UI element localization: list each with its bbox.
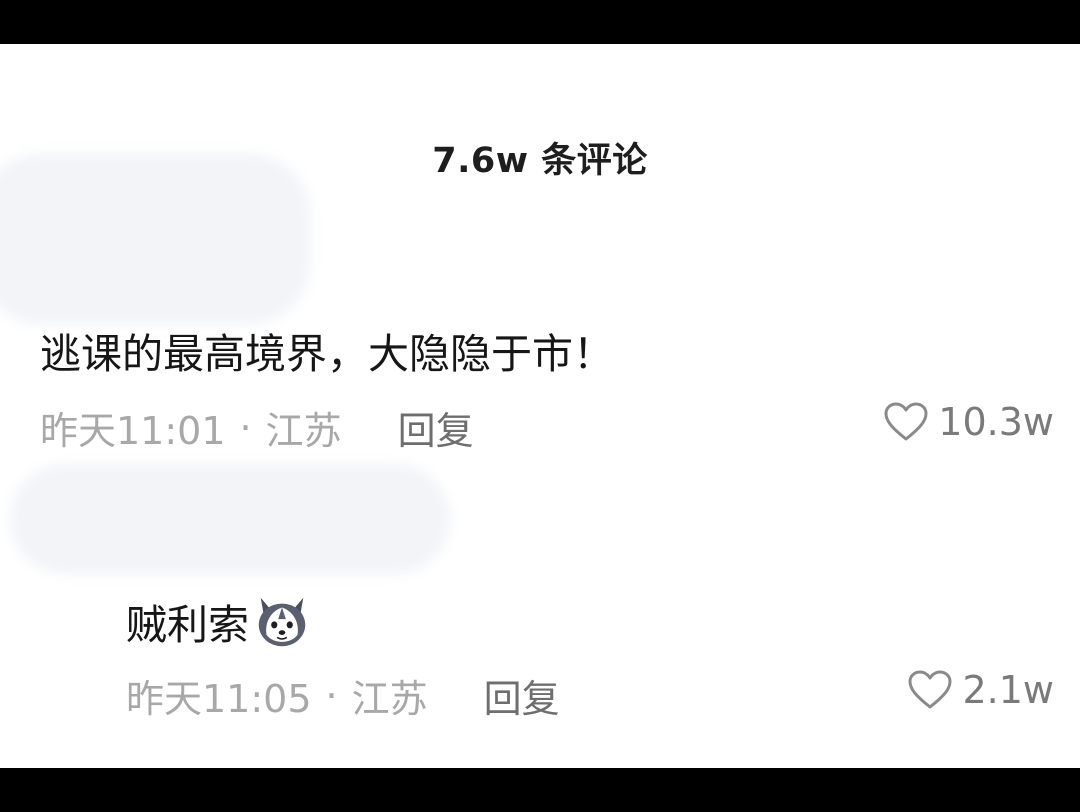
comment-meta: 昨天11:01 · 江苏 回复 <box>40 400 474 455</box>
comment-time: 昨天11:05 <box>126 677 312 721</box>
like-button[interactable]: 10.3w <box>884 400 1054 444</box>
bottom-letterbox-bar <box>0 768 1080 812</box>
comments-panel: 7.6w 条评论 逃课的最高境界，大隐隐于市！ 昨天11:01 · 江苏 回复 … <box>0 44 1080 768</box>
heart-icon <box>884 402 928 441</box>
like-button[interactable]: 2.1w <box>908 668 1054 712</box>
like-count: 2.1w <box>962 668 1054 712</box>
meta-separator: · <box>239 405 252 450</box>
blurred-background-smudge <box>10 464 450 574</box>
comment-text: 逃课的最高境界，大隐隐于市！ <box>40 330 614 378</box>
comment-text: 贼利索 <box>126 590 313 652</box>
heart-icon <box>908 670 952 709</box>
comment-time: 昨天11:01 <box>40 409 226 453</box>
comments-count-title: 7.6w 条评论 <box>432 141 648 181</box>
reply-button[interactable]: 回复 <box>484 668 560 723</box>
top-letterbox-bar <box>0 0 1080 44</box>
meta-separator: · <box>325 673 338 718</box>
comment-location: 江苏 <box>265 409 342 453</box>
like-count: 10.3w <box>938 400 1054 444</box>
comment-location: 江苏 <box>351 677 428 721</box>
comment-text-body: 贼利索 <box>126 601 249 649</box>
husky-dog-emoji-icon <box>258 597 306 647</box>
comment-meta: 昨天11:05 · 江苏 回复 <box>126 668 560 723</box>
reply-button[interactable]: 回复 <box>398 400 474 455</box>
